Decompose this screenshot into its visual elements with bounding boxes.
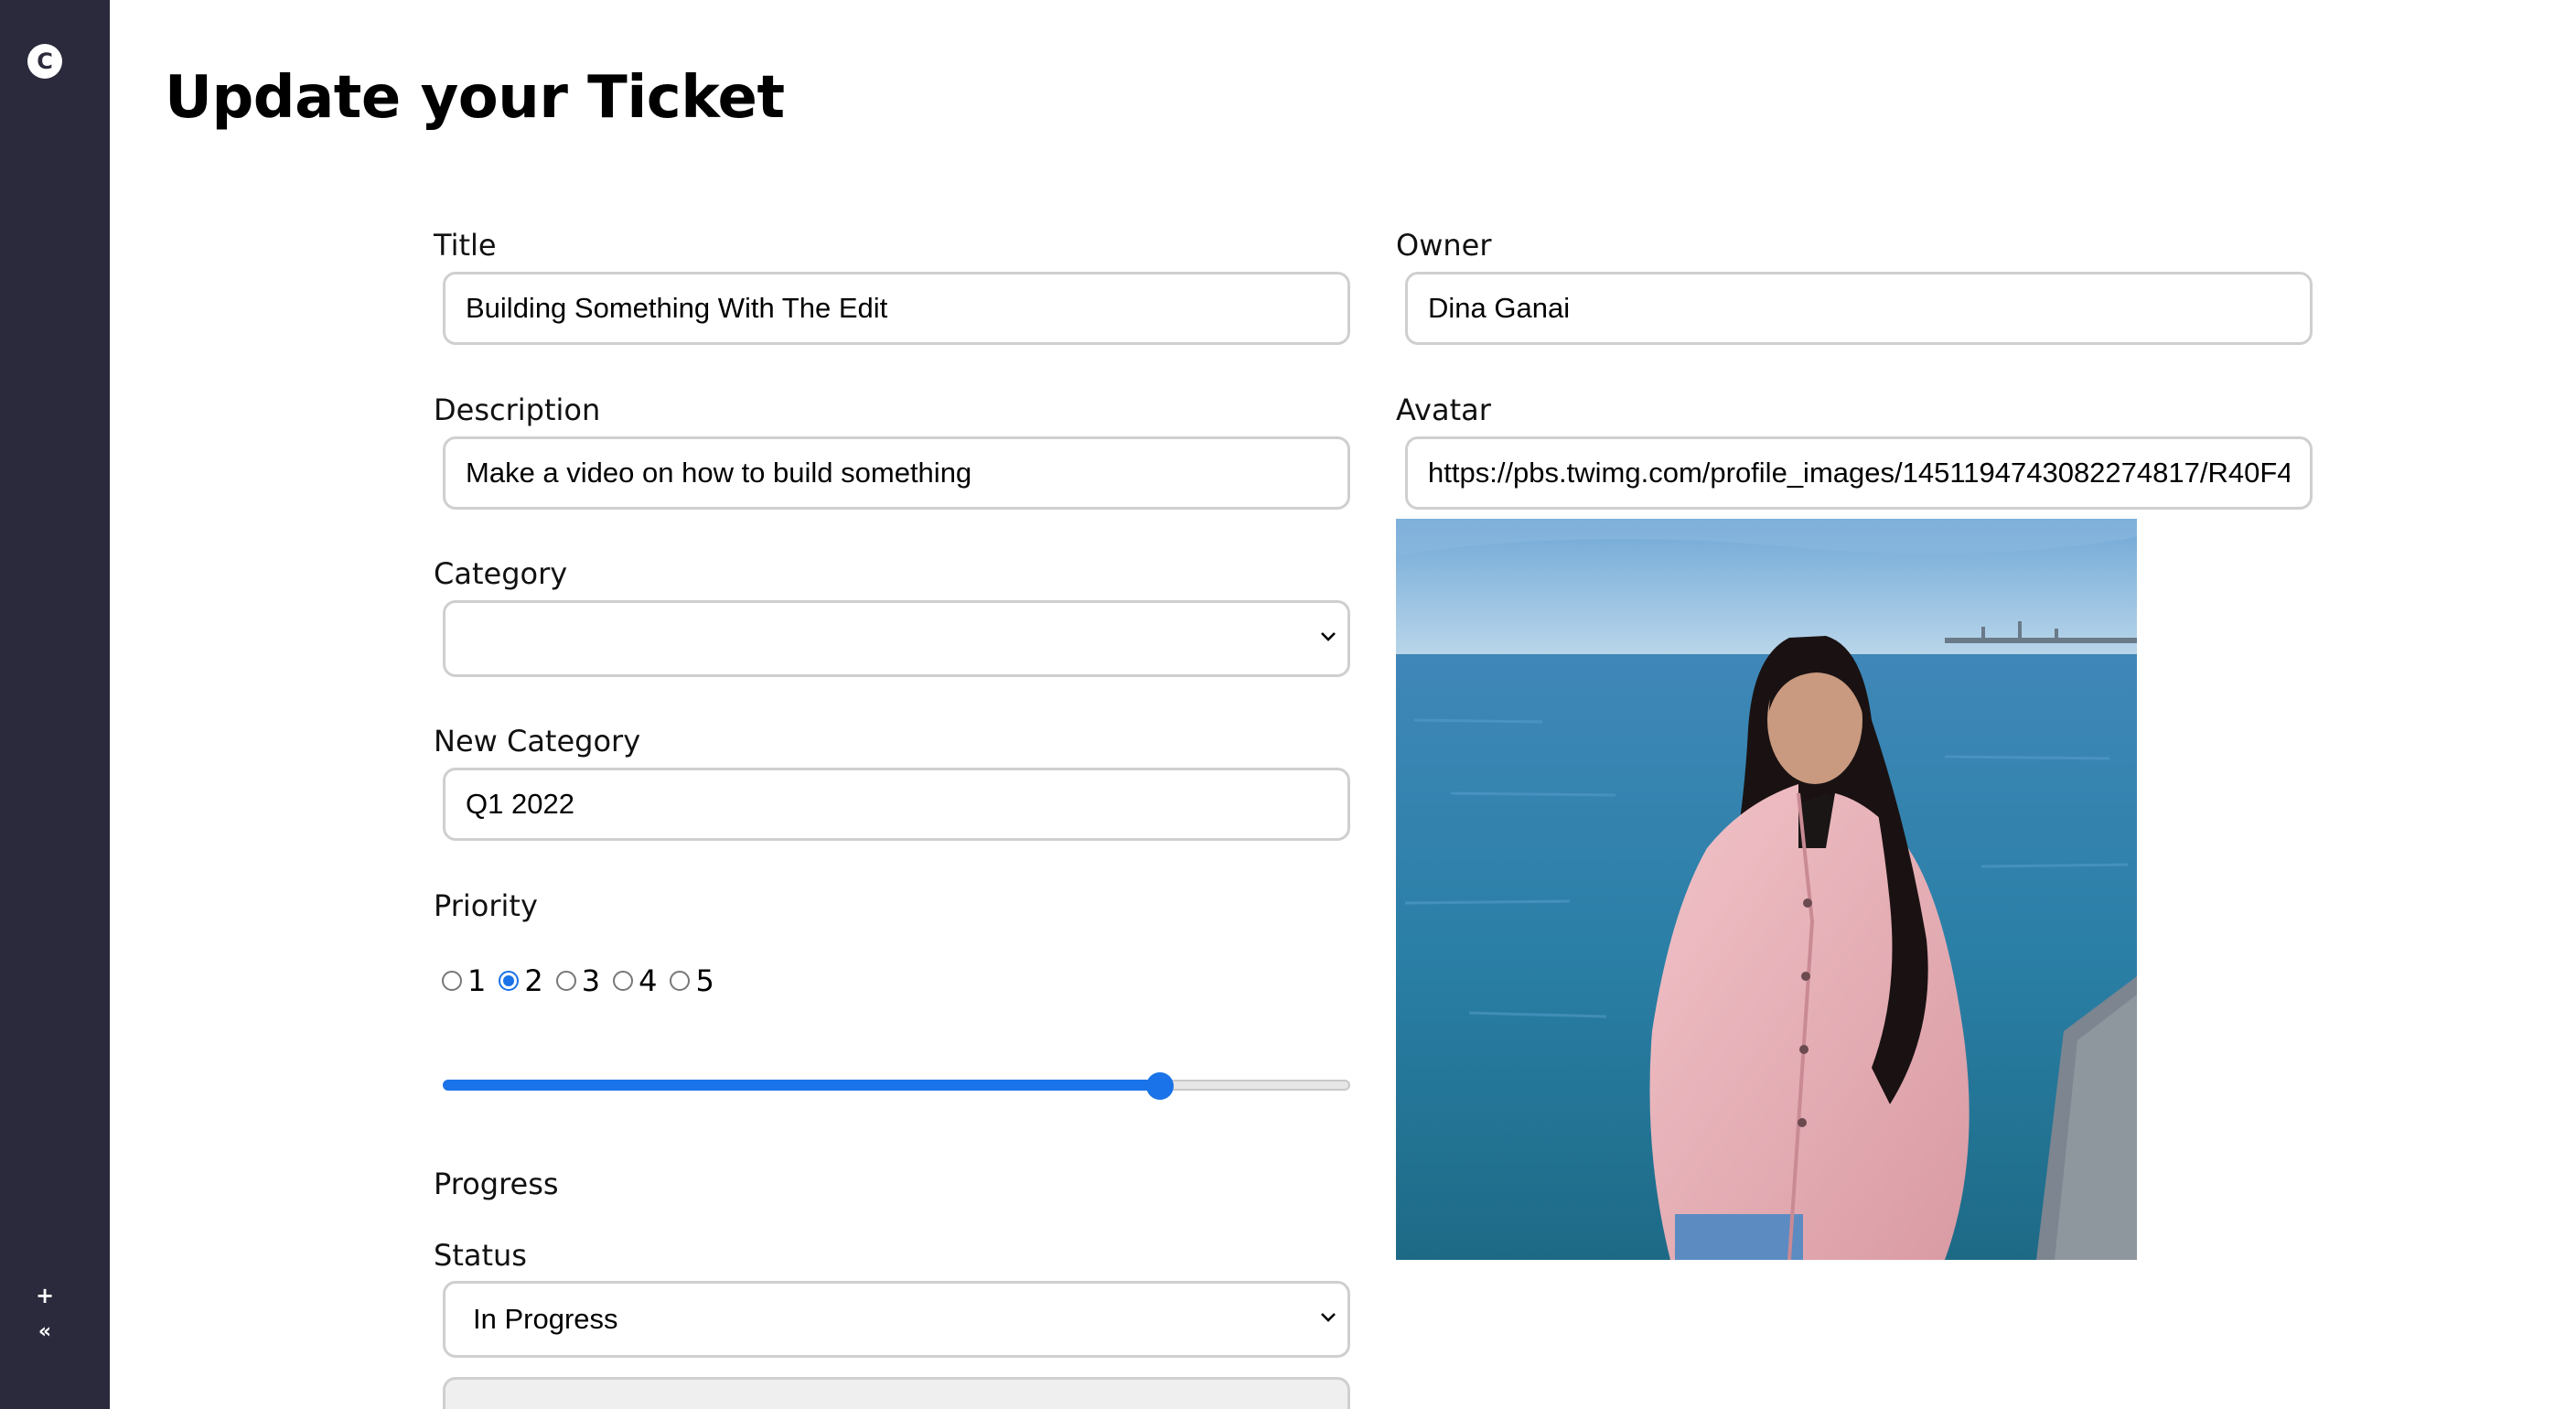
collapse-sidebar-button[interactable]: « bbox=[33, 1320, 57, 1344]
new-category-label: New Category bbox=[434, 724, 641, 758]
progress-slider[interactable] bbox=[443, 1072, 1350, 1100]
app-logo[interactable]: C bbox=[27, 44, 62, 79]
chevron-down-icon bbox=[1316, 603, 1340, 671]
submit-button[interactable]: Submit bbox=[443, 1377, 1350, 1409]
category-label: Category bbox=[434, 556, 568, 591]
description-label: Description bbox=[434, 393, 601, 427]
priority-radio-1[interactable] bbox=[442, 971, 462, 991]
status-label: Status bbox=[434, 1238, 527, 1273]
priority-radio-5[interactable] bbox=[670, 971, 691, 991]
description-input[interactable] bbox=[443, 436, 1350, 510]
progress-label: Progress bbox=[434, 1167, 559, 1201]
category-select[interactable] bbox=[443, 600, 1350, 677]
priority-radio-label-5: 5 bbox=[695, 963, 714, 998]
avatar-image bbox=[1396, 519, 2137, 1260]
priority-radio-label-4: 4 bbox=[639, 963, 658, 998]
title-label: Title bbox=[434, 228, 497, 263]
add-ticket-button[interactable]: + bbox=[33, 1284, 57, 1307]
progress-slider-thumb[interactable] bbox=[1145, 1072, 1174, 1100]
priority-radio-group: 1 2 3 4 5 bbox=[442, 963, 727, 999]
title-input[interactable] bbox=[443, 272, 1350, 345]
priority-radio-3[interactable] bbox=[555, 971, 576, 991]
status-selected-value: In Progress bbox=[473, 1303, 618, 1335]
chevron-down-icon bbox=[1316, 1284, 1340, 1351]
logo-letter: C bbox=[37, 48, 53, 74]
priority-label: Priority bbox=[434, 888, 538, 923]
avatar-url-input[interactable] bbox=[1405, 436, 2313, 510]
priority-radio-label-2: 2 bbox=[524, 963, 543, 998]
priority-radio-label-1: 1 bbox=[467, 963, 487, 998]
owner-input[interactable] bbox=[1405, 272, 2313, 345]
owner-label: Owner bbox=[1396, 228, 1492, 263]
sidebar: C + « bbox=[0, 0, 110, 1409]
priority-radio-4[interactable] bbox=[613, 971, 634, 991]
priority-radio-2[interactable] bbox=[499, 971, 520, 991]
progress-slider-fill bbox=[443, 1080, 1160, 1091]
priority-radio-label-3: 3 bbox=[581, 963, 601, 998]
app-root: C + « Update your Ticket Title Descripti… bbox=[0, 0, 2576, 1409]
new-category-input[interactable] bbox=[443, 768, 1350, 841]
avatar-label: Avatar bbox=[1396, 393, 1491, 427]
page-title: Update your Ticket bbox=[165, 64, 785, 132]
status-select[interactable]: In Progress bbox=[443, 1281, 1350, 1358]
